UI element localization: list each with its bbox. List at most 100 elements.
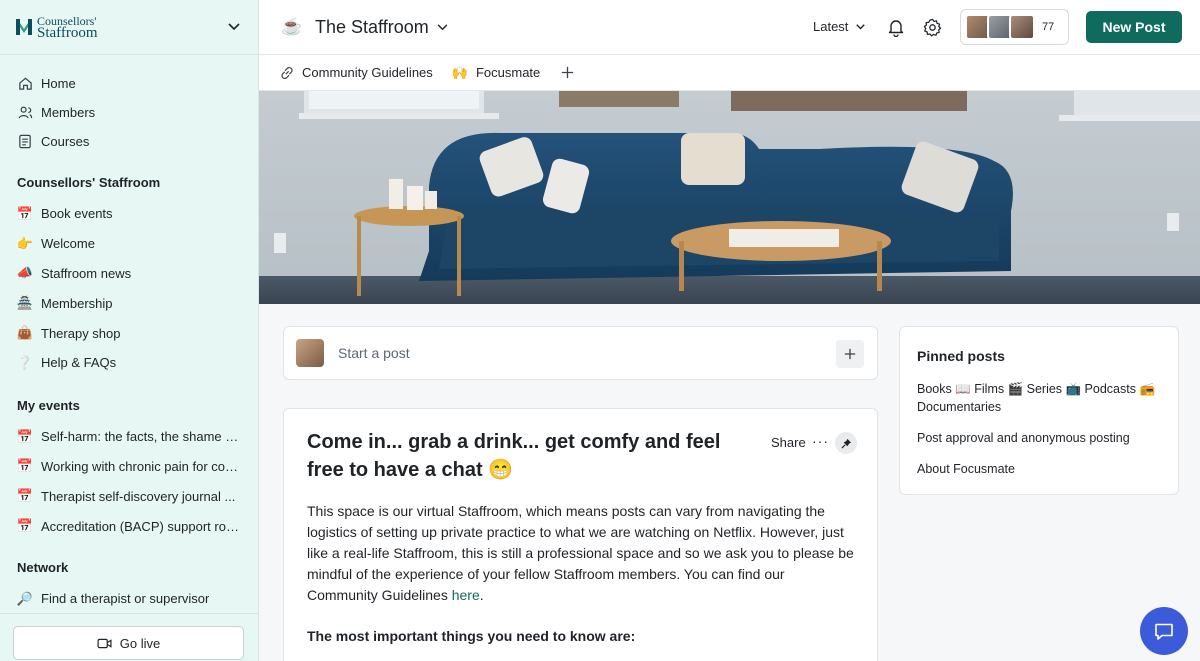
sidebar-item-help-faqs[interactable]: ❔ Help & FAQs [0, 348, 258, 378]
sidebar-item-label: Accreditation (BACP) support room [41, 518, 241, 534]
more-options-icon[interactable]: ··· [812, 433, 829, 449]
coffee-icon: ☕ [281, 17, 303, 36]
pin-icon[interactable] [835, 432, 857, 454]
post-title[interactable]: Come in... grab a drink... get comfy and… [307, 428, 747, 484]
brand-logo-icon [14, 16, 34, 38]
new-post-button[interactable]: New Post [1086, 11, 1182, 43]
pointing-hand-icon: 👉 [16, 235, 34, 251]
sidebar-item-welcome[interactable]: 👉 Welcome [0, 229, 258, 259]
raising-hands-icon: 🙌 [451, 64, 468, 80]
share-button[interactable]: Share [771, 435, 806, 450]
sidebar-item-label: Find a therapist or supervisor [41, 591, 210, 607]
sidebar-item-label: Working with chronic pain for cou... [41, 458, 241, 474]
pinned-posts-title: Pinned posts [917, 348, 1005, 364]
go-live-button[interactable]: Go live [13, 626, 244, 660]
pinned-posts-list: Books 📖 Films 🎬 Series 📺 Podcasts 📻 Docu… [917, 380, 1167, 491]
add-link-plus-icon[interactable] [561, 66, 574, 79]
pinned-post-link[interactable]: Post approval and anonymous posting [917, 429, 1167, 447]
chevron-down-icon [856, 23, 866, 29]
main-nav: Home Members Courses Counsellors' Staffr… [0, 55, 258, 614]
sidebar-item-event[interactable]: 📅 Therapist self-discovery journal ... [0, 481, 258, 511]
pinned-post-link[interactable]: Books 📖 Films 🎬 Series 📺 Podcasts 📻 Docu… [917, 380, 1167, 416]
pinned-posts-widget: Pinned posts Books 📖 Films 🎬 Series 📺 Po… [899, 326, 1179, 495]
post-body-text: This space is our virtual Staffroom, whi… [307, 503, 854, 603]
post-subheading: The most important things you need to kn… [307, 628, 636, 644]
go-live-label: Go live [119, 635, 161, 651]
sidebar-item-book-events[interactable]: 📅 Book events [0, 199, 258, 229]
post-body-end: . [479, 587, 484, 603]
go-live-footer: Go live [0, 613, 258, 661]
space-links-bar: Community Guidelines 🙌 Focusmate [259, 55, 1200, 91]
sidebar-item-therapy-shop[interactable]: 👜 Therapy shop [0, 318, 258, 348]
post-body: This space is our virtual Staffroom, whi… [307, 501, 855, 606]
sort-dropdown[interactable]: Latest [813, 19, 866, 34]
chevron-down-icon[interactable] [224, 17, 244, 37]
member-count: 77 [1042, 21, 1055, 33]
sidebar-item-staffroom-news[interactable]: 📣 Staffroom news [0, 259, 258, 289]
sidebar-item-find-therapist[interactable]: 🔎 Find a therapist or supervisor [0, 584, 258, 614]
start-post-composer[interactable]: Start a post [283, 326, 878, 380]
gear-icon[interactable] [923, 18, 942, 42]
sidebar-item-label: Self-harm: the facts, the shame a... [41, 429, 241, 445]
sidebar-item-label: Welcome [41, 236, 95, 252]
avatar [296, 339, 324, 367]
calendar-icon: 📅 [16, 205, 34, 221]
bell-icon[interactable] [887, 18, 905, 42]
sidebar-item-label: Therapist self-discovery journal ... [41, 488, 236, 504]
plus-icon[interactable] [836, 340, 864, 368]
section-title-space-group: Counsellors' Staffroom [17, 174, 161, 190]
question-mark-icon: ❔ [16, 354, 34, 370]
avatar [1009, 14, 1035, 40]
calendar-icon: 📅 [16, 518, 34, 534]
calendar-icon: 📅 [16, 488, 34, 504]
composer-placeholder[interactable]: Start a post [338, 345, 410, 361]
tab-label: Focusmate [475, 65, 541, 80]
sidebar-item-courses[interactable]: Courses [0, 127, 258, 156]
sidebar-item-label: Therapy shop [41, 325, 121, 341]
video-camera-icon [97, 638, 112, 648]
sidebar-item-label: Members [41, 105, 96, 120]
courses-icon [17, 134, 33, 150]
sidebar-item-event[interactable]: 📅 Working with chronic pain for cou... [0, 452, 258, 482]
sort-label: Latest [813, 19, 849, 34]
sidebar: Counsellors' Staffroom Home Members Cour… [0, 0, 259, 661]
sidebar-item-members[interactable]: Members [0, 98, 258, 127]
tab-label: Community Guidelines [302, 65, 433, 80]
community-switcher[interactable]: Counsellors' Staffroom [0, 0, 258, 55]
space-cover-image [259, 91, 1200, 304]
chat-bubble-icon [1155, 623, 1173, 640]
sidebar-item-label: Membership [41, 295, 113, 311]
pinned-post-card: Come in... grab a drink... get comfy and… [283, 408, 878, 661]
calendar-icon: 📅 [16, 458, 34, 474]
shopping-bag-icon: 👜 [16, 325, 34, 341]
tab-focusmate[interactable]: 🙌 Focusmate [452, 65, 541, 81]
space-header: ☕ The Staffroom Latest 77 New Post [259, 0, 1200, 55]
guidelines-link[interactable]: here [452, 587, 480, 603]
chat-launcher-button[interactable] [1140, 607, 1188, 655]
home-icon [17, 76, 33, 92]
member-avatars[interactable]: 77 [960, 9, 1069, 45]
megaphone-icon: 📣 [16, 265, 34, 281]
sidebar-item-label: Home [41, 76, 76, 91]
chevron-down-icon[interactable] [437, 23, 448, 31]
page-title[interactable]: The Staffroom [315, 17, 429, 38]
magnifier-icon: 🔎 [16, 590, 34, 606]
tab-community-guidelines[interactable]: Community Guidelines [280, 65, 433, 80]
sidebar-item-label: Staffroom news [41, 265, 132, 281]
calendar-icon: 📅 [16, 428, 34, 444]
members-icon [17, 105, 33, 121]
section-title-my-events: My events [17, 398, 80, 414]
castle-icon: 🏯 [16, 295, 34, 311]
sidebar-item-label: Help & FAQs [41, 355, 117, 371]
sidebar-item-home[interactable]: Home [0, 69, 258, 98]
sidebar-item-event[interactable]: 📅 Accreditation (BACP) support room [0, 511, 258, 541]
section-title-network: Network [17, 560, 69, 576]
brand-line-2: Staffroom [37, 25, 98, 41]
brand-name: Counsellors' Staffroom [37, 15, 98, 41]
sidebar-item-event[interactable]: 📅 Self-harm: the facts, the shame a... [0, 422, 258, 452]
sidebar-item-membership[interactable]: 🏯 Membership [0, 288, 258, 318]
sidebar-item-label: Book events [41, 206, 113, 222]
link-icon [280, 66, 294, 80]
pinned-post-link[interactable]: About Focusmate [917, 460, 1167, 478]
sidebar-item-label: Courses [41, 134, 90, 149]
